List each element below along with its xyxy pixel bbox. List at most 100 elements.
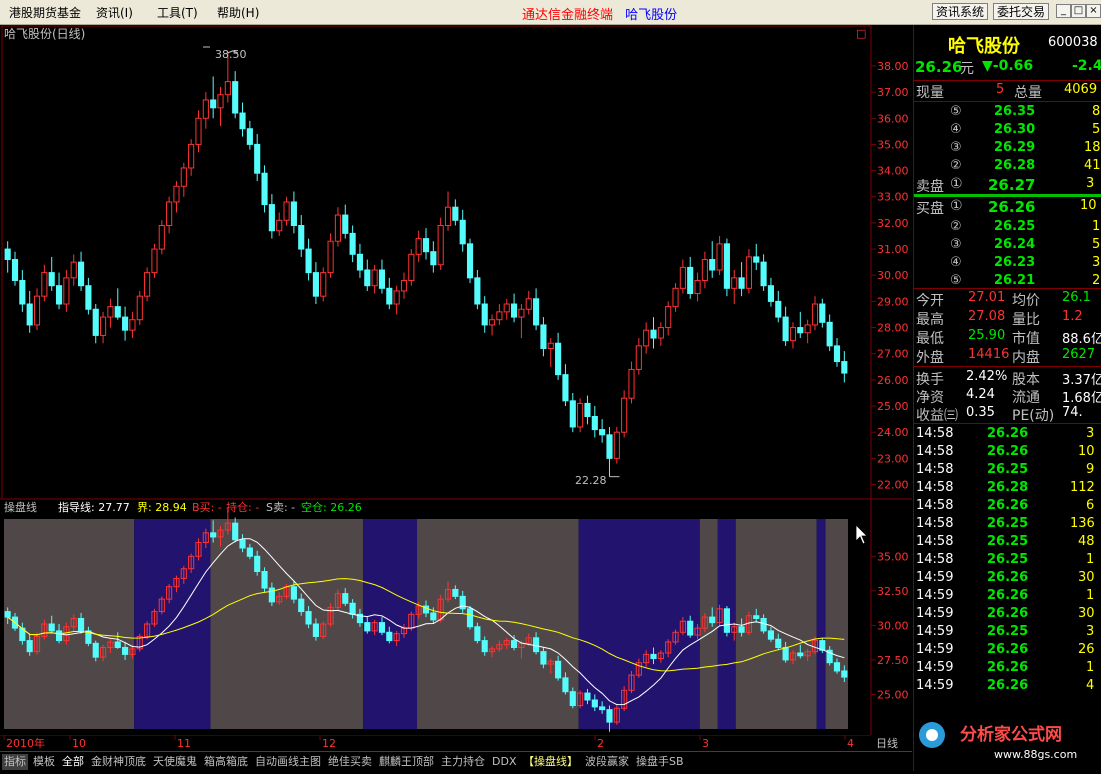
tab-12[interactable]: 波段赢家 <box>583 754 631 770</box>
menu-news[interactable]: 资讯(I) <box>96 4 133 21</box>
indicator-sell-label: S卖: - <box>266 501 295 514</box>
tab-1[interactable]: 模板 <box>31 754 57 770</box>
app-title-text: 通达信金融终端 <box>522 8 614 23</box>
stat2-row[interactable]: 净资 4.24 流通 1.68亿 <box>914 387 1101 406</box>
candle-down <box>826 321 833 347</box>
tick-row[interactable]: 14:59 26.26 26 <box>914 642 1101 660</box>
tick-row[interactable]: 14:58 26.25 48 <box>914 534 1101 552</box>
tick-time: 14:59 <box>916 588 954 603</box>
ask-row[interactable]: ④ 26.30 5 <box>914 122 1101 140</box>
candle-up <box>107 306 114 318</box>
ask-vol: 41 <box>1084 158 1101 173</box>
candle-down <box>591 416 598 431</box>
y-tick-label: 23.00 <box>877 452 909 465</box>
bid-row[interactable]: ② 26.25 1 <box>914 219 1101 237</box>
ask1-row[interactable]: 卖盘 ① 26.27 3 <box>914 176 1101 196</box>
ask-row[interactable]: ③ 26.29 18 <box>914 140 1101 158</box>
tick-row[interactable]: 14:59 26.26 1 <box>914 588 1101 606</box>
tick-row[interactable]: 14:58 26.25 1 <box>914 552 1101 570</box>
menu-help[interactable]: 帮助(H) <box>217 4 259 21</box>
tick-row[interactable]: 14:59 26.26 4 <box>914 678 1101 696</box>
tick-row[interactable]: 14:58 26.25 136 <box>914 516 1101 534</box>
tab-4[interactable]: 天使魔鬼 <box>151 754 199 770</box>
candle-up <box>173 185 180 203</box>
ind-candle-down <box>298 598 305 613</box>
bid1-row[interactable]: 买盘 ① 26.26 10 <box>914 198 1101 218</box>
tick-price: 26.25 <box>987 552 1029 567</box>
candle-down <box>797 327 804 334</box>
ask-row[interactable]: ② 26.28 41 <box>914 158 1101 176</box>
tab-2[interactable]: 全部 <box>60 754 86 770</box>
tick-row[interactable]: 14:58 26.26 10 <box>914 444 1101 462</box>
stat-row[interactable]: 最高 27.08 量比 1.2 <box>914 309 1101 328</box>
stat-row[interactable]: 最低 25.90 市值 88.6亿 <box>914 328 1101 347</box>
tick-row[interactable]: 14:58 26.25 9 <box>914 462 1101 480</box>
stat-row[interactable]: 外盘 14416 内盘 2627 <box>914 347 1101 366</box>
indicator-line-label: 指导线: 27.77 <box>58 500 130 514</box>
tick-price: 26.26 <box>987 444 1029 459</box>
indicator-band <box>735 519 817 729</box>
tab-6[interactable]: 自动画线主图 <box>253 754 323 770</box>
maximize-button[interactable]: □ <box>1071 4 1086 18</box>
tab-3[interactable]: 金财神顶底 <box>89 754 148 770</box>
tab-13[interactable]: 操盘手SB <box>634 754 686 770</box>
tab-10[interactable]: DDX <box>490 754 518 770</box>
tab-5[interactable]: 箱高箱底 <box>202 754 250 770</box>
candle-up <box>745 256 752 289</box>
tick-vol: 1 <box>1086 660 1095 675</box>
menu-tools[interactable]: 工具(T) <box>157 4 198 21</box>
ind-candle-down <box>305 611 312 625</box>
tick-row[interactable]: 14:58 26.26 6 <box>914 498 1101 516</box>
chart-area[interactable]: 哈飞股份(日线) □ 38.00 37.00 36.00 35.00 34.00 33.0… <box>0 25 912 735</box>
kline-chart-svg[interactable]: 哈飞股份(日线) □ 38.00 37.00 36.00 35.00 34.00 33.0… <box>0 25 912 735</box>
tick-time: 14:59 <box>916 660 954 675</box>
tick-vol: 3 <box>1086 624 1095 639</box>
candle-down <box>606 434 613 459</box>
x-tick-label: 4 <box>847 737 854 750</box>
bid-row[interactable]: ④ 26.23 3 <box>914 255 1101 273</box>
minimize-button[interactable]: _ <box>1056 4 1071 18</box>
news-system-button[interactable]: 资讯系统 <box>932 3 989 20</box>
candle-down <box>753 256 760 263</box>
tab-8[interactable]: 麒麟王顶部 <box>377 754 436 770</box>
y-tick-label: 28.00 <box>877 322 909 335</box>
candle-up <box>100 316 107 336</box>
tick-row[interactable]: 14:59 26.25 3 <box>914 624 1101 642</box>
candle-up <box>144 272 151 297</box>
candle-up <box>437 225 444 266</box>
candle-up <box>334 214 341 242</box>
tick-price: 26.25 <box>987 516 1029 531</box>
close-button[interactable]: × <box>1086 4 1101 18</box>
tick-row[interactable]: 14:59 26.26 1 <box>914 660 1101 678</box>
bid-row[interactable]: ③ 26.24 5 <box>914 237 1101 255</box>
candle-down <box>268 204 275 232</box>
candle-down <box>122 316 129 331</box>
ind-candle-down <box>753 615 760 619</box>
stat-row[interactable]: 今开 27.01 均价 26.1 <box>914 290 1101 309</box>
ind-y-tick-label: 25.00 <box>877 688 909 701</box>
menu-hk-futures[interactable]: 港股期货基金 <box>9 4 81 21</box>
tick-price: 26.28 <box>987 480 1029 495</box>
tab-9[interactable]: 主力持仓 <box>439 754 487 770</box>
candle-down <box>782 316 789 342</box>
candle-up <box>151 248 158 274</box>
tab-11[interactable]: 【操盘线】 <box>521 754 580 770</box>
candle-down <box>11 259 19 281</box>
stat2-row[interactable]: 换手 2.42% 股本 3.37亿 <box>914 369 1101 388</box>
tick-row[interactable]: 14:59 26.26 30 <box>914 570 1101 588</box>
ask-row[interactable]: ⑤ 26.35 8 <box>914 104 1101 122</box>
tick-row[interactable]: 14:58 26.28 112 <box>914 480 1101 498</box>
stat-value: 4.24 <box>966 387 995 402</box>
tab-7[interactable]: 绝佳买卖 <box>326 754 374 770</box>
ind-candle-down <box>738 626 745 633</box>
ind-candle-down <box>569 691 576 707</box>
tick-row[interactable]: 14:58 26.26 3 <box>914 426 1101 444</box>
tab-0[interactable]: 指标 <box>2 754 28 770</box>
stat2-row[interactable]: 收益㈢ 0.35 PE(动) 74. <box>914 405 1101 424</box>
y-tick-label: 29.00 <box>877 295 909 308</box>
trade-button[interactable]: 委托交易 <box>993 3 1050 20</box>
period-label[interactable]: 日线 <box>876 736 898 750</box>
tick-row[interactable]: 14:59 26.26 30 <box>914 606 1101 624</box>
stat-value: 1.2 <box>1062 309 1083 324</box>
chart-corner-box[interactable]: □ <box>856 27 866 40</box>
